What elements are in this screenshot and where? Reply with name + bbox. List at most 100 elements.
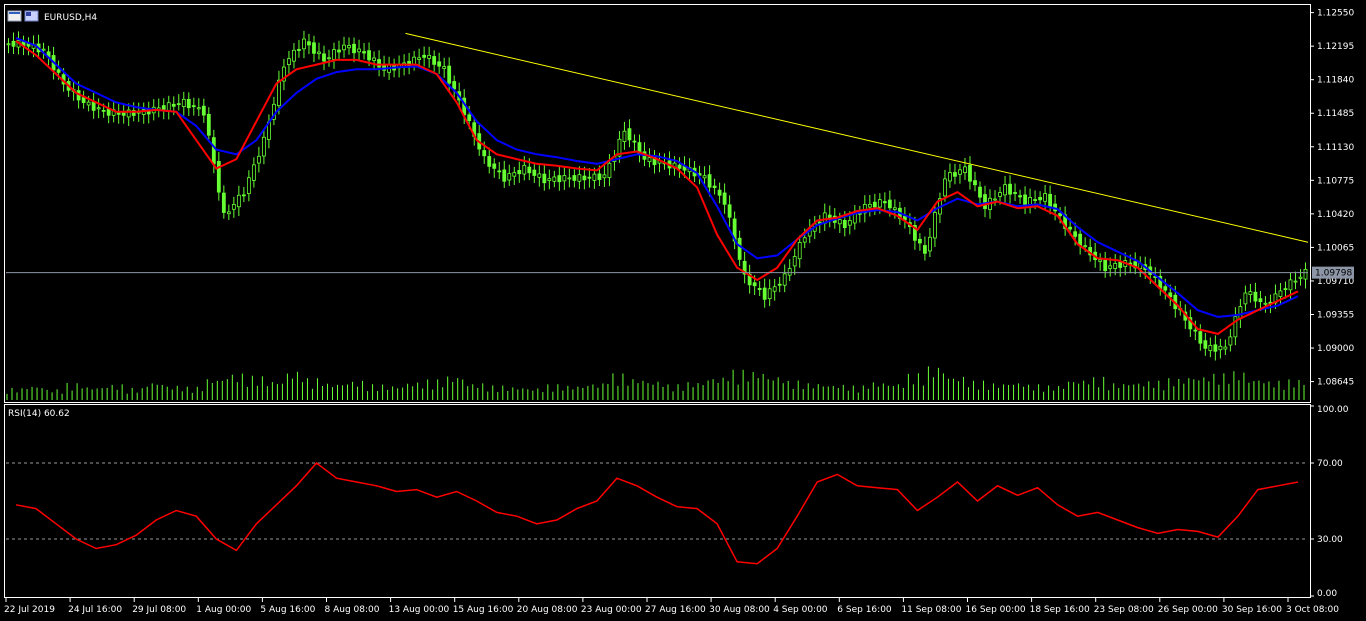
candle-body [622,130,627,142]
candle-body [442,66,447,69]
candle-body [1058,213,1063,217]
candle-body [56,69,61,73]
candle-body [1193,329,1198,332]
price-tick-label: 1.12195 [1317,42,1354,52]
candle-body [647,157,652,163]
candle-body [206,114,211,136]
time-tick-label: 27 Aug 16:00 [645,605,706,615]
candle-body [1258,298,1263,303]
candle-body [317,51,321,54]
candle-body [1218,345,1223,351]
candle-body [327,57,331,60]
candle-body [777,283,782,286]
candle-body [1113,262,1118,269]
candle-body [176,103,181,106]
price-tick-label: 1.09355 [1317,310,1354,320]
candle-body [231,204,236,210]
candle-body [943,178,947,197]
price-tick-label: 1.11130 [1317,143,1354,153]
candle-body [201,105,206,116]
time-tick-label: 5 Aug 16:00 [260,605,315,615]
candle-body [737,237,742,260]
price-tick-label: 1.09000 [1317,344,1354,354]
time-tick-label: 30 Sep 16:00 [1222,605,1282,615]
candle-body [1263,302,1268,305]
candle-body [567,177,572,180]
candle-body [727,204,732,218]
candle-body [337,49,341,53]
candle-body [236,194,241,208]
candle-body [1028,197,1032,205]
candle-body [948,172,952,182]
time-tick-label: 20 Aug 08:00 [517,605,578,615]
rsi-tick-label: 70.00 [1317,459,1343,469]
price-tick-label: 1.10775 [1317,176,1354,186]
candle-body [1198,331,1203,344]
candle-body [542,173,547,184]
candle-body [487,156,492,167]
candle-body [1068,226,1073,230]
candle-body [41,48,46,51]
candle-body [963,166,967,173]
candle-body [367,50,371,61]
candle-body [998,192,1002,197]
symbol-header[interactable]: EURUSD,H4 [7,10,97,23]
candle-body [307,41,311,46]
candle-body [181,98,186,108]
candle-body [577,174,582,182]
candle-body [707,174,712,188]
candle-body [1208,345,1213,352]
candle-body [752,282,757,287]
chart-canvas: 1.12550 1.12195 1.11840 1.11485 1.11130 1.107… [0,0,1366,621]
candle-body [372,57,376,61]
time-tick-label: 16 Sep 00:00 [966,605,1026,615]
candle-body [492,163,497,169]
candle-body [437,61,442,67]
candle-body [757,288,762,290]
price-tick-label: 1.11485 [1317,109,1354,119]
chart-background [0,0,1366,621]
candle-body [322,53,326,62]
candle-body [562,175,567,182]
candle-body [432,56,437,65]
candle-body [352,43,356,54]
candle-body [978,186,982,198]
candle-body [1288,279,1293,291]
chart-root: 1.12550 1.12195 1.11840 1.11485 1.11130 1.107… [0,0,1366,621]
candle-body [877,199,882,208]
candle-body [261,136,266,157]
candle-body [447,65,452,84]
candle-body [251,164,256,181]
candle-body [1008,183,1012,195]
candle-body [1163,286,1168,291]
price-tick-label: 1.10065 [1317,243,1354,253]
candle-body [1098,259,1103,262]
candle-body [11,40,16,47]
current-price-label: 1.09798 [1315,269,1352,279]
time-tick-label: 23 Sep 08:00 [1094,605,1154,615]
candle-body [712,185,717,189]
candle-body [497,170,502,173]
candle-body [1043,193,1047,202]
candle-body [983,194,987,209]
time-tick-label: 1 Aug 00:00 [196,605,251,615]
time-tick-label: 18 Sep 16:00 [1030,605,1090,615]
candle-body [161,105,166,111]
candle-body [973,180,977,186]
time-tick-label: 29 Jul 08:00 [132,605,186,615]
candle-body [357,48,361,53]
candle-body [1108,265,1113,269]
candle-body [572,175,577,181]
candle-body [867,203,872,208]
flag-icon-canton [26,12,31,16]
candle-body [101,109,106,112]
candle-body [717,189,722,196]
candle-body [362,51,366,54]
time-tick-label: 13 Aug 00:00 [389,605,450,615]
time-tick-label: 15 Aug 16:00 [453,605,514,615]
candle-body [1283,288,1288,291]
candle-body [1243,292,1248,305]
rsi-tick-label: 100.00 [1317,405,1349,415]
candle-body [607,162,612,178]
time-tick-label: 26 Sep 00:00 [1158,605,1218,615]
